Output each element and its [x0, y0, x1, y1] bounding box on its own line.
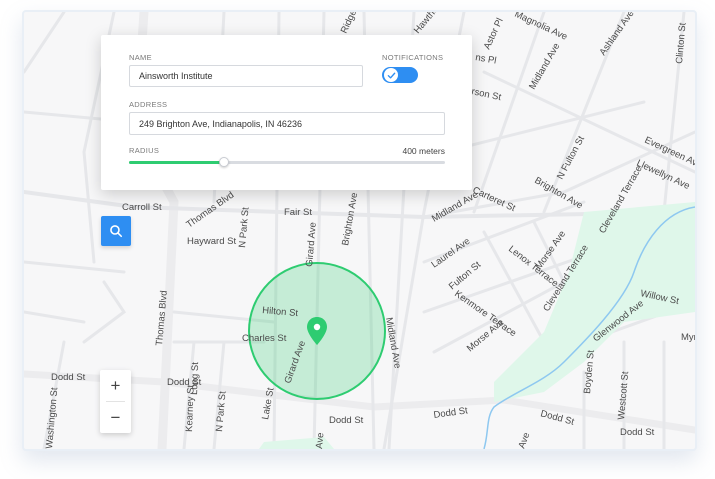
street-label: Kearney St [184, 384, 197, 432]
street-label: N Park St [237, 206, 252, 248]
radius-slider-thumb[interactable] [218, 157, 229, 167]
street-label: Hawthorne [412, 12, 450, 36]
address-input[interactable] [129, 112, 445, 135]
street-label: Ave [516, 431, 532, 449]
street-label: Charles St [242, 333, 287, 344]
street-label: Dodd St [433, 405, 469, 421]
geofence-form: NAME NOTIFICATIONS ADDRESS RADIUS 400 me… [101, 35, 472, 190]
search-button[interactable] [101, 216, 131, 246]
street-label: Westcott St [616, 371, 631, 421]
search-icon [110, 225, 123, 238]
street-label: Girard Ave [304, 222, 319, 268]
street-label: ns Pl [474, 52, 497, 67]
street-label: Dodd St [620, 427, 655, 438]
zoom-out-button[interactable]: − [100, 402, 131, 433]
street-label: Fulton St [447, 259, 483, 292]
radius-label: RADIUS [129, 146, 160, 155]
street-label: Ridge [339, 12, 359, 35]
street-label: Astor Pl [482, 16, 506, 51]
street-label: Myr [681, 332, 695, 343]
zoom-controls: + − [100, 370, 131, 433]
street-label: Midland Ave [383, 317, 403, 370]
street-label: Hayward St [187, 236, 236, 247]
street-label: Washington St [44, 387, 60, 449]
address-label: ADDRESS [129, 100, 168, 109]
street-label: Dodd St [51, 372, 86, 383]
notifications-toggle[interactable] [382, 67, 418, 83]
street-label: Fair St [284, 207, 312, 218]
radius-value: 400 meters [402, 146, 445, 156]
street-label: rson St [470, 86, 502, 103]
zoom-in-button[interactable]: + [100, 370, 131, 401]
street-label: Brighton Ave [340, 192, 360, 247]
street-label: Dodd St [329, 415, 364, 426]
notifications-label: NOTIFICATIONS [382, 53, 444, 62]
name-label: NAME [129, 53, 152, 62]
street-label: Ashland Ave [597, 12, 636, 58]
radius-slider[interactable] [129, 157, 445, 167]
street-label: Clinton St [674, 22, 689, 64]
street-label: Brighton Ave [533, 175, 585, 211]
street-label: N Park St [214, 390, 229, 432]
street-label: Laurel Ave [429, 236, 472, 271]
check-icon [384, 68, 398, 82]
street-label: Carroll St [122, 202, 162, 213]
radius-slider-fill [129, 161, 224, 164]
street-label: Ave [314, 432, 326, 449]
name-input[interactable] [129, 65, 363, 87]
